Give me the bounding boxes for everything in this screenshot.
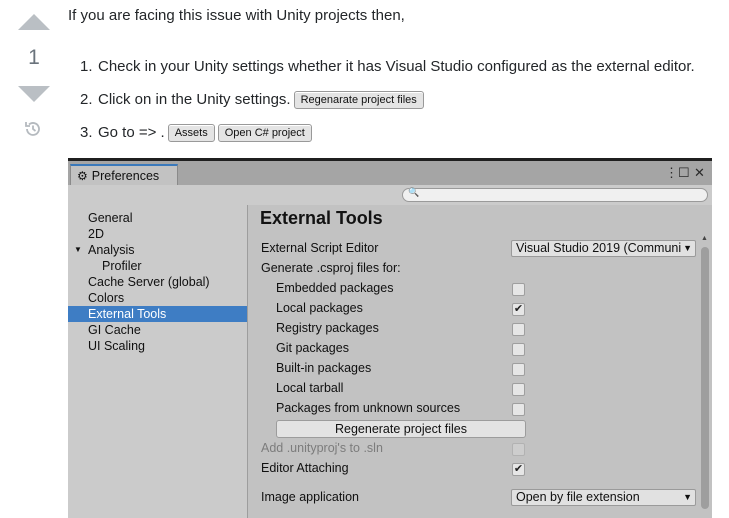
preferences-content: External Tools External Script Editor Vi… <box>249 205 712 518</box>
external-script-editor-label: External Script Editor <box>261 241 379 255</box>
vertical-scrollbar[interactable]: ▲ <box>700 233 710 518</box>
search-input[interactable]: 🔍 <box>402 187 708 202</box>
regenerate-project-files-button[interactable]: Regenerate project files <box>276 420 526 438</box>
package-label: Local packages <box>276 301 363 315</box>
step-number: 2. <box>80 91 93 108</box>
tab-bar: ⚙ Preferences ⋮ ☐ ✕ <box>68 161 712 185</box>
step-text: Go to => . <box>98 124 165 141</box>
step-number: 3. <box>80 124 93 141</box>
search-icon: 🔍 <box>408 187 420 197</box>
section-heading: External Tools <box>260 208 383 228</box>
step-3: 3. Go to => . Assets Open C# project <box>80 116 720 149</box>
sidebar-item-colors[interactable]: Colors <box>68 290 247 306</box>
dropdown-value: Open by file extension <box>516 490 640 504</box>
sidebar-item-external-tools[interactable]: External Tools <box>68 306 247 322</box>
sidebar-item-ui-scaling[interactable]: UI Scaling <box>68 338 247 354</box>
package-label: Built-in packages <box>276 361 372 375</box>
close-icon[interactable]: ✕ <box>694 165 705 181</box>
maximize-icon[interactable]: ☐ <box>678 165 690 181</box>
tab-preferences[interactable]: ⚙ Preferences <box>70 164 178 185</box>
sidebar-item-2d[interactable]: 2D <box>68 226 247 242</box>
scroll-up-icon[interactable]: ▲ <box>701 235 708 242</box>
external-script-editor-dropdown[interactable]: Visual Studio 2019 (Communit ▼ <box>511 240 696 257</box>
local-packages-checkbox[interactable]: ✔ <box>512 303 525 316</box>
downvote-button[interactable] <box>18 86 50 102</box>
chevron-down-icon: ▼ <box>681 490 692 505</box>
unknown-sources-checkbox[interactable] <box>512 403 525 416</box>
vote-count: 1 <box>28 46 40 69</box>
sidebar-item-label: Analysis <box>88 243 135 257</box>
chevron-down-icon: ▼ <box>681 241 692 256</box>
registry-packages-checkbox[interactable] <box>512 323 525 336</box>
history-icon[interactable] <box>24 120 42 138</box>
preferences-sidebar: General 2D ▼ Analysis Profiler Cache Ser… <box>68 205 248 518</box>
scrollbar-thumb[interactable] <box>701 247 709 509</box>
editor-attaching-checkbox[interactable]: ✔ <box>512 463 525 476</box>
sidebar-item-profiler[interactable]: Profiler <box>68 258 247 274</box>
checkmark-icon: ✔ <box>513 303 524 315</box>
step-text: Click on in the Unity settings. <box>98 91 291 108</box>
sidebar-item-general[interactable]: General <box>68 210 247 226</box>
unity-preferences-window: ⚙ Preferences ⋮ ☐ ✕ 🔍 General 2D ▼ Analy… <box>68 158 712 518</box>
add-unityproj-checkbox <box>512 443 525 456</box>
embedded-packages-checkbox[interactable] <box>512 283 525 296</box>
tab-label: Preferences <box>91 168 160 183</box>
package-label: Git packages <box>276 341 349 355</box>
add-unityproj-label: Add .unityproj's to .sln <box>261 441 383 455</box>
package-label: Packages from unknown sources <box>276 401 461 415</box>
image-application-dropdown[interactable]: Open by file extension ▼ <box>511 489 696 506</box>
gear-icon: ⚙ <box>77 168 88 183</box>
dropdown-value: Visual Studio 2019 (Communit <box>516 241 685 255</box>
built-in-packages-checkbox[interactable] <box>512 363 525 376</box>
package-label: Local tarball <box>276 381 344 395</box>
step-1: 1. Check in your Unity settings whether … <box>80 50 720 83</box>
sidebar-item-cache-server[interactable]: Cache Server (global) <box>68 274 247 290</box>
steps-list: 1. Check in your Unity settings whether … <box>80 50 720 149</box>
sidebar-item-analysis[interactable]: ▼ Analysis <box>68 242 247 258</box>
step-text: Check in your Unity settings whether it … <box>98 58 695 75</box>
open-csharp-project-button[interactable]: Open C# project <box>217 123 312 142</box>
more-options-icon[interactable]: ⋮ <box>665 165 678 181</box>
regenerate-project-files-button[interactable]: Regenarate project files <box>293 90 424 109</box>
generate-csproj-label: Generate .csproj files for: <box>261 261 401 275</box>
package-label: Embedded packages <box>276 281 394 295</box>
local-tarball-checkbox[interactable] <box>512 383 525 396</box>
upvote-button[interactable] <box>18 14 50 30</box>
answer-intro: If you are facing this issue with Unity … <box>68 7 405 24</box>
editor-attaching-label: Editor Attaching <box>261 461 349 475</box>
search-row: 🔍 <box>68 185 712 205</box>
checkmark-icon: ✔ <box>513 463 524 475</box>
step-number: 1. <box>80 58 93 75</box>
expand-arrow-icon[interactable]: ▼ <box>74 242 82 258</box>
git-packages-checkbox[interactable] <box>512 343 525 356</box>
assets-button[interactable]: Assets <box>167 123 215 142</box>
package-label: Registry packages <box>276 321 379 335</box>
image-application-label: Image application <box>261 490 359 504</box>
step-2: 2. Click on in the Unity settings. Regen… <box>80 83 720 116</box>
sidebar-item-gi-cache[interactable]: GI Cache <box>68 322 247 338</box>
